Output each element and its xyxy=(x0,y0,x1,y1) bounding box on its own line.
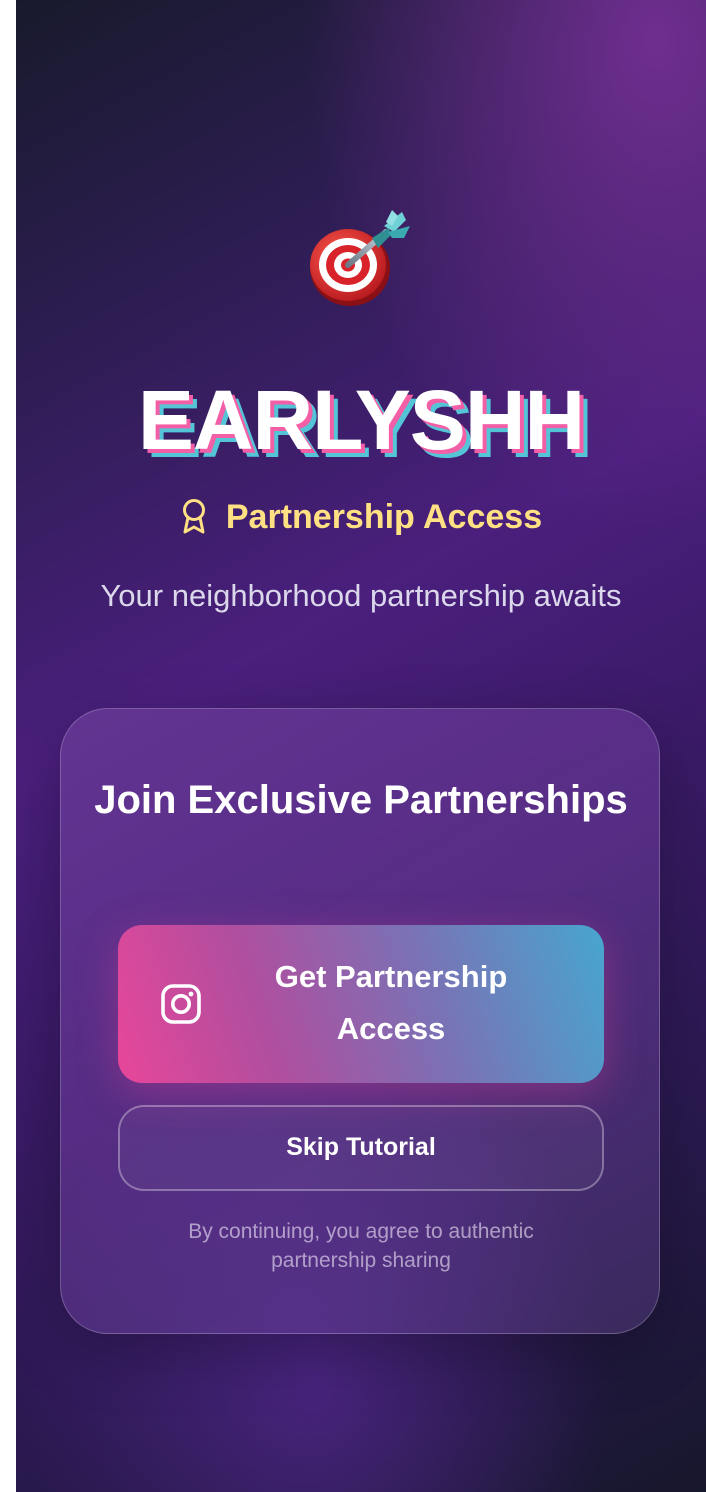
badge-label: Partnership Access xyxy=(225,498,543,536)
dart-target-icon xyxy=(310,210,410,306)
tagline: Your neighborhood partnership awaits xyxy=(100,578,622,613)
skip-tutorial-label: Skip Tutorial xyxy=(286,1133,436,1161)
logo xyxy=(16,208,706,312)
partnership-badge: Partnership Access xyxy=(16,494,706,540)
instagram-icon xyxy=(161,984,201,1024)
award-ribbon-icon xyxy=(182,499,205,534)
skip-tutorial-button[interactable]: Skip Tutorial xyxy=(118,1105,604,1191)
card-title: Join Exclusive Partnerships xyxy=(94,778,628,822)
onboarding-screen: EARLYSHH Partnership Access Your neighbo… xyxy=(16,0,706,1492)
terms-notice: By continuing, you agree to authentic pa… xyxy=(188,1220,534,1272)
get-partnership-access-label: Get Partnership Access xyxy=(274,959,508,1046)
brand-title: EARLYSHH xyxy=(137,373,585,467)
signup-card: Join Exclusive Partnerships Get Partners… xyxy=(60,708,660,1334)
get-partnership-access-button[interactable]: Get Partnership Access xyxy=(118,925,604,1083)
